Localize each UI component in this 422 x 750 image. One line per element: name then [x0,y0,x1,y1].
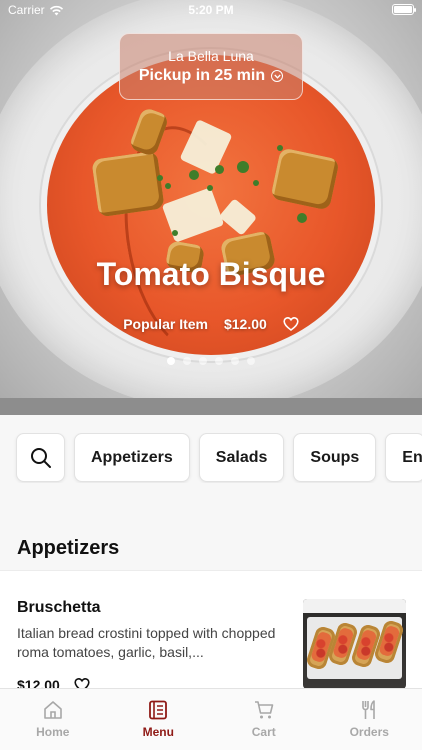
category-chip-appetizers[interactable]: Appetizers [74,433,190,482]
category-chips: Appetizers Salads Soups En [0,433,422,483]
status-time: 5:20 PM [188,3,234,17]
tab-bar: Home Menu Cart Orders [0,688,422,750]
battery-icon [392,4,416,15]
pickup-time-label: Pickup in 25 min [138,67,266,84]
chevron-down-icon [271,70,284,82]
home-icon [43,701,62,719]
pickup-selector[interactable]: La Bella Luna Pickup in 25 min [119,33,303,100]
tab-label: Cart [251,725,276,739]
category-chip-entrees[interactable]: En [385,433,422,482]
restaurant-name: La Bella Luna [168,48,254,64]
tab-label: Menu [142,725,174,739]
carousel-dot[interactable] [199,357,207,365]
section-title: Appetizers [17,537,120,559]
carousel-dot[interactable] [167,357,175,365]
featured-badge: Popular Item [123,316,208,332]
tab-orders[interactable]: Orders [317,689,422,750]
orders-icon [362,700,376,719]
tab-cart[interactable]: Cart [211,689,317,750]
menu-item-description: Italian bread crostini topped with chopp… [17,625,276,660]
tab-label: Orders [349,725,389,739]
menu-item-name: Bruschetta [17,599,101,616]
carousel-page-dots[interactable] [0,357,422,365]
carousel-dot[interactable] [247,357,255,365]
menu-item-card[interactable]: Bruschetta Italian bread crostini topped… [0,570,422,695]
category-chip-soups[interactable]: Soups [293,433,377,482]
carousel-dot[interactable] [215,357,223,365]
tab-home[interactable]: Home [0,689,106,750]
featured-title: Tomato Bisque [96,256,326,292]
cart-icon [254,701,274,719]
tab-label: Home [36,725,70,739]
carousel-dot[interactable] [231,357,239,365]
soup-bowl-image [47,55,375,364]
featured-price: $12.00 [223,316,267,332]
carousel-dot[interactable] [183,357,191,365]
menu-item-photo [303,599,406,689]
menu-icon [149,700,168,720]
tab-menu[interactable]: Menu [106,689,212,750]
search-button[interactable] [16,433,65,482]
status-bar: Carrier 5:20 PM [0,0,422,20]
featured-meta: Popular Item $12.00 [0,316,422,332]
category-chip-salads[interactable]: Salads [198,433,285,482]
favorite-heart-icon[interactable] [283,316,299,332]
featured-hero[interactable]: Carrier 5:20 PM La Bella Luna Pickup in … [0,0,422,415]
search-icon [30,447,51,468]
